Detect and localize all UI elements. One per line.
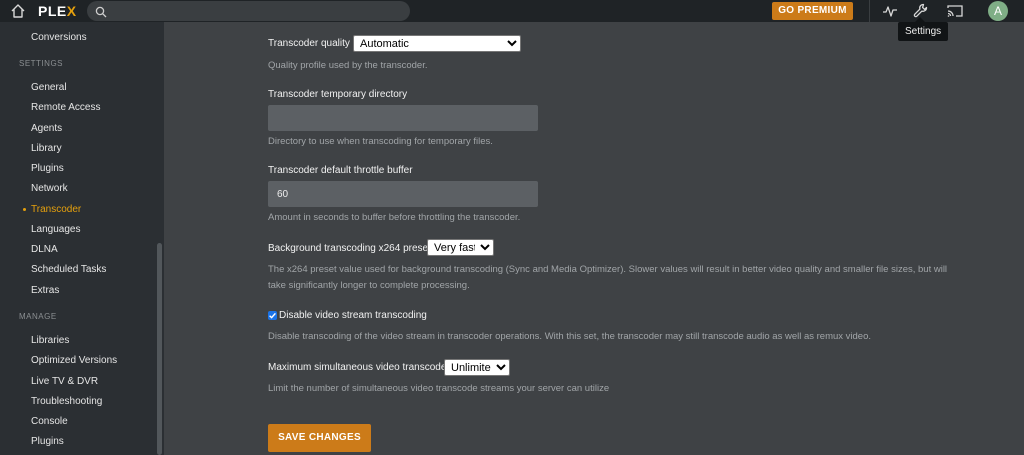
max-transcode-select[interactable]: Unlimited [444,359,510,376]
throttle-buffer-label: Transcoder default throttle buffer [268,165,413,176]
x264-preset-label: Background transcoding x264 preset [268,243,431,254]
temp-directory-input[interactable] [268,105,538,131]
transcoder-quality-select[interactable]: Automatic [353,35,521,52]
x264-preset-hint-line2: take significantly longer to complete pr… [268,280,470,291]
sidebar-item-agents[interactable]: Agents [31,123,62,134]
sidebar-scrollbar[interactable] [157,243,162,455]
go-premium-button[interactable]: GO PREMIUM [772,2,853,20]
transcoder-settings-panel: Transcoder quality Automatic Quality pro… [164,22,1024,455]
disable-video-hint: Disable transcoding of the video stream … [268,331,872,342]
search-icon [95,5,107,18]
save-changes-button[interactable]: SAVE CHANGES [268,424,371,452]
sidebar-item-dlna[interactable]: DLNA [31,244,58,255]
sidebar-item-troubleshooting[interactable]: Troubleshooting [31,396,102,407]
home-icon[interactable] [10,3,26,19]
sidebar-item-console[interactable]: Console [31,416,68,427]
transcoder-quality-label: Transcoder quality [268,38,350,49]
search-input[interactable] [113,3,403,19]
sidebar-item-scheduled-tasks[interactable]: Scheduled Tasks [31,264,106,275]
sidebar-item-optimized-versions[interactable]: Optimized Versions [31,355,117,366]
x264-preset-select[interactable]: Very fast [427,239,494,256]
disable-video-label[interactable]: Disable video stream transcoding [279,310,427,321]
cast-icon[interactable] [946,2,964,20]
user-avatar[interactable]: A [988,1,1008,21]
activity-icon[interactable] [881,2,899,20]
settings-heading: SETTINGS [19,59,64,68]
top-bar: PLEX GO PREMIUM A [0,0,1024,22]
throttle-buffer-hint: Amount in seconds to buffer before throt… [268,212,521,223]
disable-video-checkbox[interactable] [268,311,277,320]
sidebar: Conversions SETTINGS General Remote Acce… [0,22,164,455]
header-divider [869,0,870,22]
sidebar-item-live-tv-dvr[interactable]: Live TV & DVR [31,376,98,387]
sidebar-item-transcoder[interactable]: Transcoder [31,204,81,215]
sidebar-item-languages[interactable]: Languages [31,224,81,235]
sidebar-item-manage-plugins[interactable]: Plugins [31,436,64,447]
max-transcode-label: Maximum simultaneous video transcode [268,362,447,373]
transcoder-quality-hint: Quality profile used by the transcoder. [268,60,428,71]
x264-preset-hint-line1: The x264 preset value used for backgroun… [268,264,948,275]
search-bar[interactable] [87,1,410,21]
active-indicator [23,208,26,211]
temp-directory-hint: Directory to use when transcoding for te… [268,136,493,147]
sidebar-item-remote-access[interactable]: Remote Access [31,102,100,113]
sidebar-item-libraries[interactable]: Libraries [31,335,69,346]
sidebar-item-network[interactable]: Network [31,183,68,194]
sidebar-item-conversions[interactable]: Conversions [31,32,87,43]
max-transcode-hint: Limit the number of simultaneous video t… [268,383,610,394]
throttle-buffer-input[interactable] [268,181,538,207]
manage-heading: MANAGE [19,312,57,321]
sidebar-item-plugins[interactable]: Plugins [31,163,64,174]
sidebar-item-extras[interactable]: Extras [31,285,59,296]
plex-logo[interactable]: PLEX [38,3,77,19]
temp-directory-label: Transcoder temporary directory [268,89,408,100]
sidebar-item-general[interactable]: General [31,82,67,93]
sidebar-item-library[interactable]: Library [31,143,62,154]
